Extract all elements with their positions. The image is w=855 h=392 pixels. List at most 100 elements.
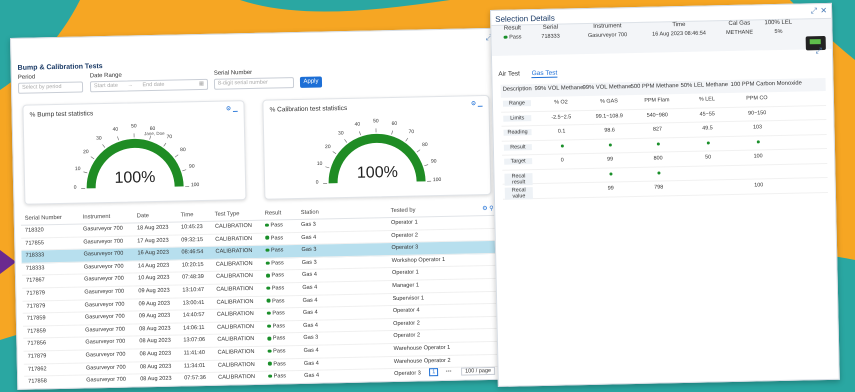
table-cell: Pass (267, 361, 286, 367)
date-range-input[interactable]: Start date → End date ▦ (89, 78, 209, 93)
gauge-tick (416, 149, 421, 153)
table-cell: CALIBRATION (217, 361, 255, 369)
period-filter: Period Select by period (17, 73, 84, 94)
table-cell: 14:40:57 (182, 312, 205, 319)
serial-label: Serial Number (213, 69, 253, 77)
table-cell: CALIBRATION (217, 323, 255, 331)
table-cell: Operator 4 (392, 307, 420, 315)
table-cell: CALIBRATION (217, 348, 255, 356)
pass-dot-icon (267, 361, 272, 366)
result-cell (740, 139, 776, 146)
table-cell: 13:10:47 (182, 286, 205, 294)
table-cell: Gas 4 (301, 234, 317, 241)
column-header[interactable]: Result (265, 210, 282, 216)
column-settings-icon[interactable]: ⚙ ⚲ (482, 205, 494, 212)
period-select[interactable]: Select by period (17, 81, 84, 94)
table-cell: 16 Aug 2023 (137, 249, 170, 257)
table-cell: 08 Aug 2023 (139, 325, 171, 333)
column-header[interactable]: Instrument (83, 214, 111, 221)
table-cell: Gasurveyor 700 (85, 338, 126, 346)
unit-cell: PPM Flam (644, 97, 670, 104)
limits-cell: 90~150 (748, 109, 767, 117)
target-cell: 800 (653, 155, 663, 162)
gauge-tick-label: 40 (355, 122, 361, 128)
column-header[interactable]: Station (301, 210, 319, 216)
table-cell: Pass (264, 222, 283, 229)
calgas-value: METHANE (726, 29, 754, 37)
unit-cell: % LEL (698, 96, 715, 103)
table-cell: 718320 (24, 227, 44, 234)
serial-filter: Serial Number 8-digit serial number (213, 69, 295, 90)
instrument-col: Instrument Gasurveyor 700 (577, 23, 637, 39)
more-pages[interactable]: ••• (446, 369, 452, 375)
table-cell: 09 Aug 2023 (138, 287, 170, 295)
page-button[interactable]: 1 (429, 368, 439, 377)
serial-input[interactable]: 8-digit serial number (213, 77, 295, 90)
column-header[interactable]: Date (137, 213, 149, 219)
column-header[interactable]: Serial Number (25, 215, 62, 222)
table-cell: Pass (265, 235, 283, 241)
table-cell: Gas 4 (304, 372, 320, 380)
pass-dot-icon (608, 171, 612, 176)
gauge-tick (391, 130, 393, 135)
table-cell: Warehouse Operator 2 (393, 357, 451, 365)
pass-dot-icon (265, 235, 269, 240)
gauge-tick (405, 137, 409, 142)
result-cell (592, 142, 628, 149)
table-cell: Warehouse Operator 1 (393, 344, 451, 352)
target-cell: 100 (753, 153, 763, 160)
table-cell: 09 Aug 2023 (138, 312, 171, 320)
lel-label: 100% LEL (764, 19, 793, 27)
column-header[interactable]: Time (181, 212, 194, 218)
result-text: Pass (270, 247, 284, 254)
table-cell: 718333 (25, 265, 45, 272)
page-size-select[interactable]: 100 / page (461, 366, 496, 376)
expand-icon[interactable]: ⤢ (815, 46, 822, 56)
result-text: Pass (271, 285, 285, 292)
table-cell: 717879 (26, 302, 46, 310)
time-label: Time (672, 21, 686, 29)
table-cell: Supervisor 1 (392, 294, 425, 302)
table-cell: 11:34:01 (183, 362, 206, 369)
end-date-input[interactable]: End date (142, 82, 164, 88)
pass-dot-icon (267, 336, 271, 341)
gauge-tick-label: 70 (167, 134, 173, 140)
pass-dot-icon (266, 286, 270, 290)
apply-button[interactable]: Apply (299, 76, 323, 88)
start-date-input[interactable]: Start date (94, 83, 118, 89)
table-cell: Gas 4 (302, 309, 318, 317)
table-cell: CALIBRATION (216, 285, 254, 293)
result-cell (544, 143, 580, 150)
table-cell: Gas 3 (303, 334, 319, 342)
pagination: 1 ••• 100 / page (429, 366, 496, 377)
result-text: Pass (270, 234, 284, 242)
table-cell: 13:07:06 (183, 337, 206, 344)
recal-value-cell: 100 (754, 182, 764, 189)
table-cell: Manager 1 (392, 282, 420, 290)
selection-title: Selection Details (495, 13, 555, 24)
table-cell: 14 Aug 2023 (137, 262, 170, 270)
unit-cell: PPM CO (746, 95, 768, 102)
table-cell: Gasurveyor 700 (85, 364, 126, 372)
description-cell: 99% VOL Methane (582, 84, 632, 92)
recal-value-cell (691, 183, 727, 184)
close-icon[interactable]: ✕ (820, 6, 827, 15)
calendar-icon[interactable]: ▦ (199, 80, 204, 89)
recal-value-cell: 99 (607, 185, 614, 192)
expand-icon[interactable]: ⤢ (811, 6, 818, 16)
cal-gauge-card: % Calibration test statistics ⚙ ▁ 0 10 20 3… (262, 94, 492, 200)
table-cell: 18 Aug 2023 (136, 224, 169, 232)
table-cell: CALIBRATION (215, 273, 253, 281)
table-cell: Pass (265, 260, 284, 267)
gauge-tick (117, 136, 119, 141)
tab-air-test[interactable]: Air Test (498, 70, 520, 77)
pass-dot-icon (560, 143, 564, 148)
column-header[interactable]: Test Type (215, 211, 240, 218)
table-cell: 717879 (26, 290, 46, 297)
tab-gas-test[interactable]: Gas Test (531, 69, 558, 79)
table-cell: Pass (267, 336, 285, 342)
table-cell: Gasurveyor 700 (84, 313, 125, 321)
result-text: Pass (271, 260, 284, 267)
lel-value: 5% (774, 28, 783, 36)
column-header[interactable]: Tested by (391, 208, 416, 215)
